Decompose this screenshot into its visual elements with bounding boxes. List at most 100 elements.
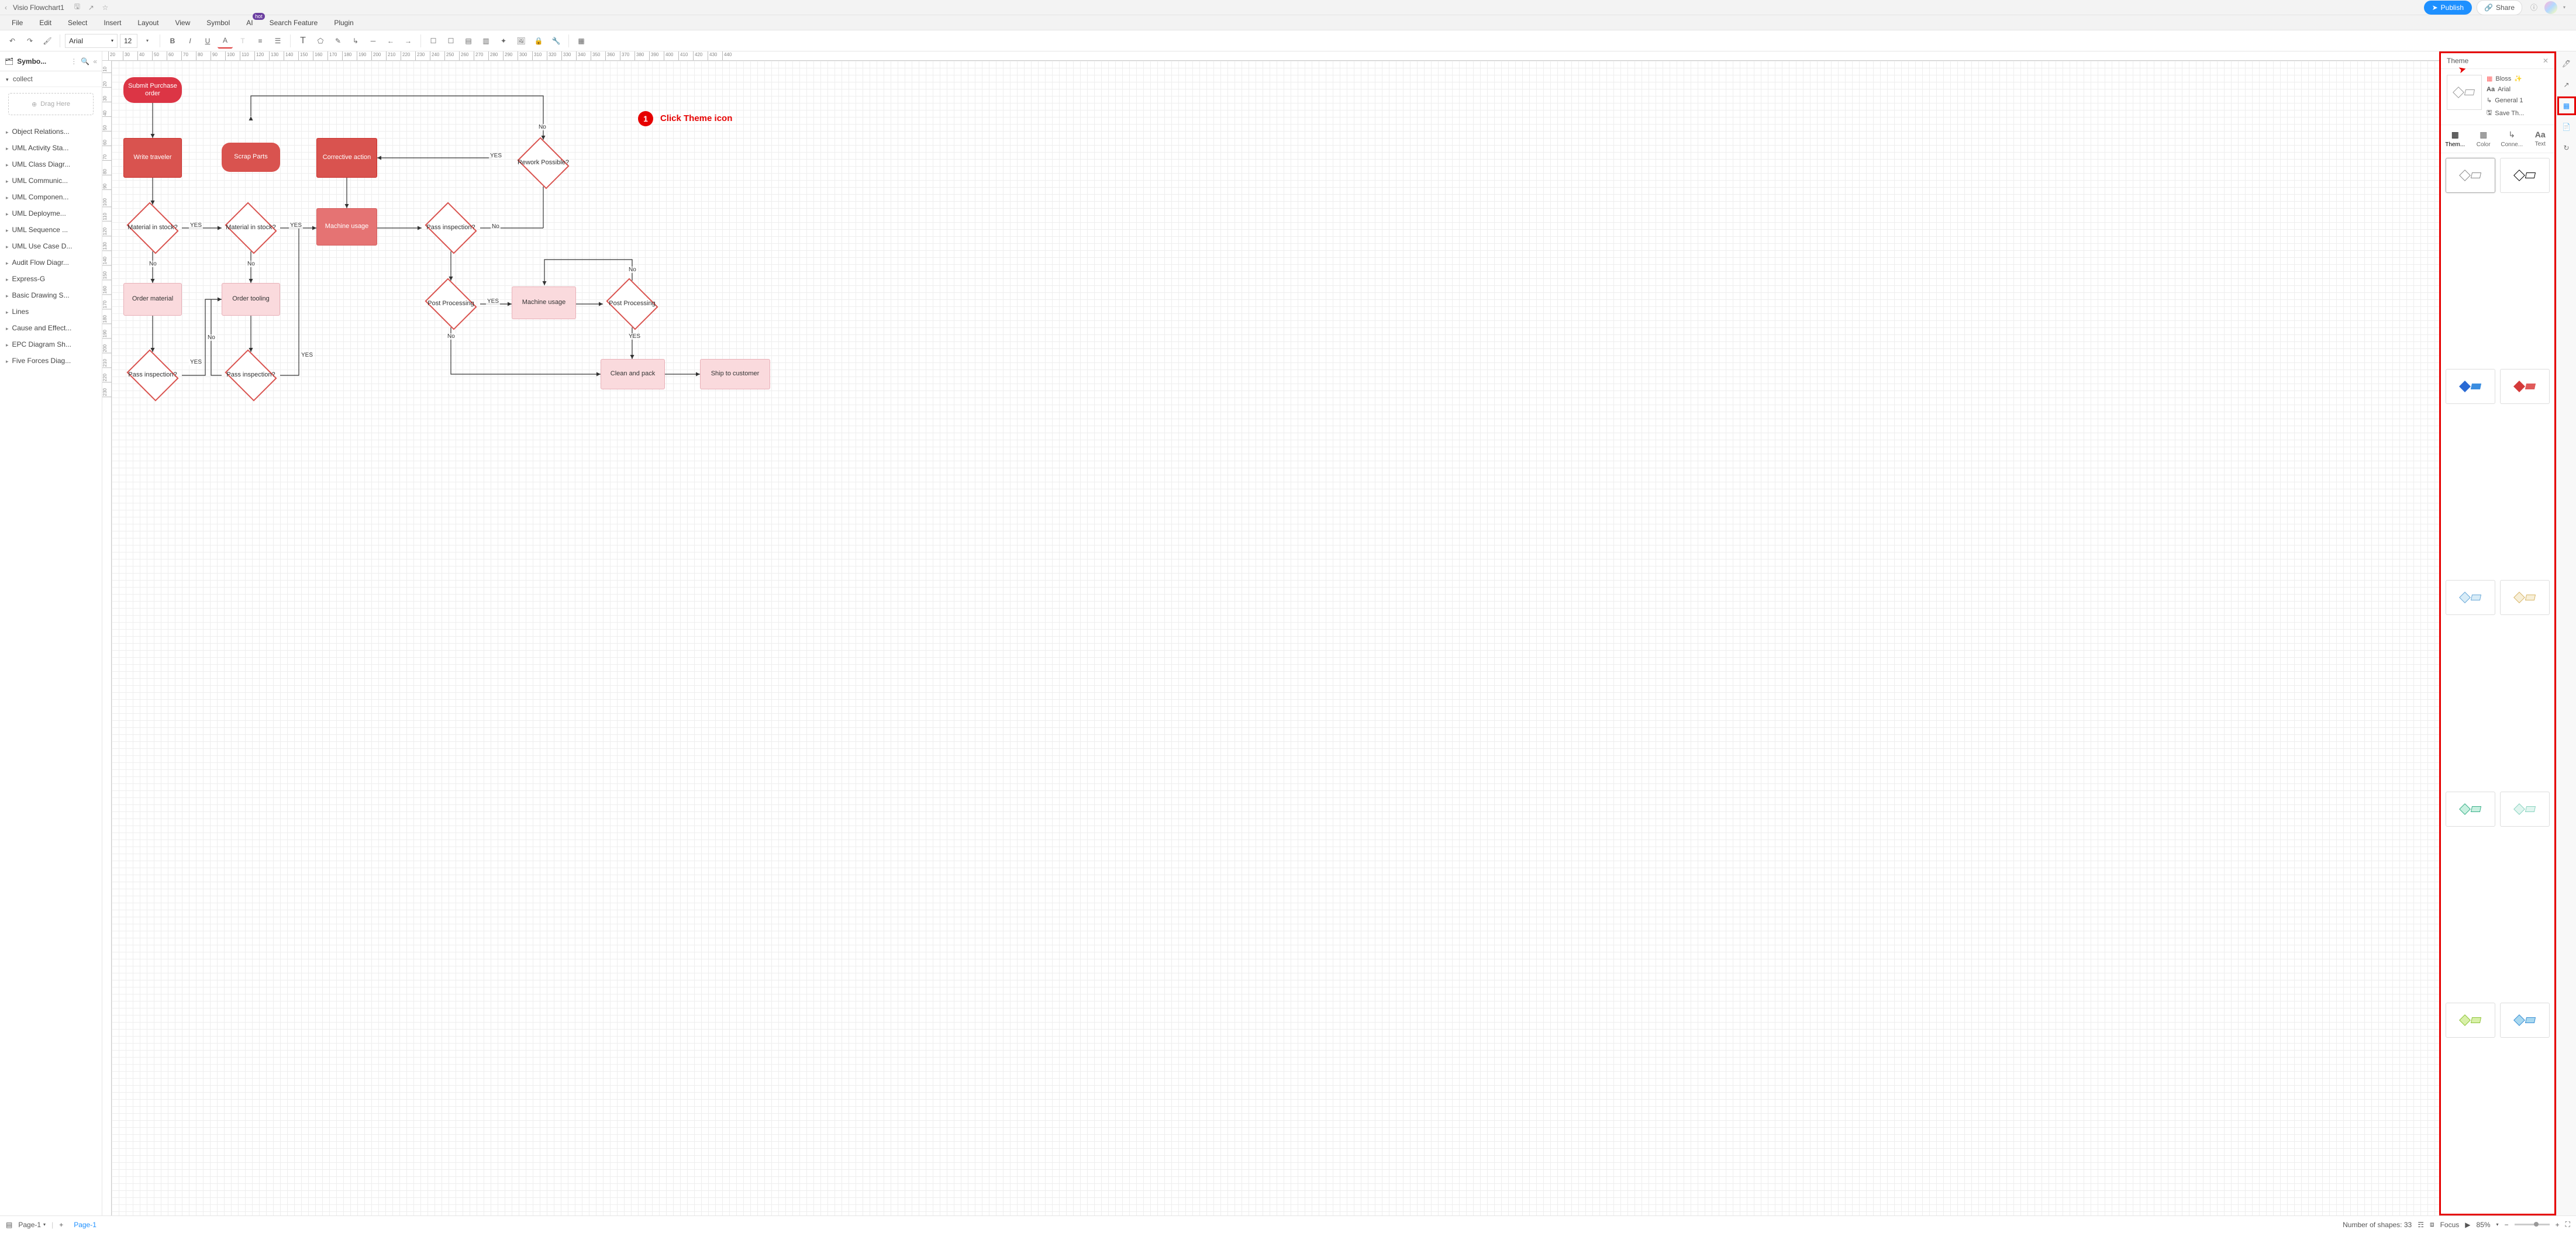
category-item[interactable]: Basic Drawing S... [0, 287, 102, 303]
undo-icon[interactable]: ↶ [5, 33, 20, 49]
tab-connector[interactable]: ↳Conne... [2498, 125, 2526, 153]
bold-icon[interactable]: B [165, 33, 180, 49]
shape-terminator[interactable]: Submit Purchase order [123, 77, 182, 103]
category-item[interactable]: Lines [0, 303, 102, 320]
ungroup-icon[interactable]: ☐ [443, 33, 458, 49]
shape-process[interactable]: Scrap Parts [222, 143, 280, 172]
external-icon[interactable]: ↗ [87, 3, 96, 12]
fill-icon[interactable]: ⬠ [313, 33, 328, 49]
shape-process[interactable]: Order tooling [222, 283, 280, 316]
category-item[interactable]: UML Use Case D... [0, 238, 102, 254]
arrow-end-icon[interactable]: → [401, 33, 416, 49]
theme-icon[interactable]: ▦ [2560, 99, 2573, 112]
focus-target-icon[interactable]: ⧈ [2430, 1220, 2434, 1229]
category-item[interactable]: Express-G [0, 271, 102, 287]
menu-plugin[interactable]: Plugin [334, 19, 353, 27]
close-icon[interactable]: ✕ [2543, 57, 2549, 65]
zoom-out-icon[interactable]: − [2505, 1221, 2509, 1229]
menu-edit[interactable]: Edit [39, 19, 51, 27]
shape-process[interactable]: Corrective action [316, 138, 377, 178]
collect-header[interactable]: ▾ collect [0, 71, 102, 87]
image-icon[interactable]: 🖼 [513, 33, 529, 49]
theme-swatch[interactable] [2446, 158, 2495, 193]
shape-process[interactable]: Order material [123, 283, 182, 316]
theme-swatch[interactable] [2500, 580, 2550, 615]
category-item[interactable]: Cause and Effect... [0, 320, 102, 336]
menu-ai[interactable]: AI hot [246, 19, 253, 27]
add-page-icon[interactable]: + [59, 1221, 63, 1229]
publish-button[interactable]: ➤ Publish [2424, 1, 2472, 15]
zoom-slider[interactable] [2515, 1224, 2550, 1225]
redo-icon[interactable]: ↷ [22, 33, 37, 49]
page-icon[interactable]: 📄 [2560, 120, 2573, 133]
shape-decision[interactable]: Material in stock? [123, 205, 182, 251]
theme-name-row[interactable]: ▦Bloss✨ [2487, 75, 2549, 82]
italic-icon[interactable]: I [182, 33, 198, 49]
shape-decision[interactable]: Rework Possible? [514, 140, 573, 186]
shape-decision[interactable]: Pass inspection? [422, 205, 480, 251]
shape-process[interactable]: Machine usage [512, 286, 576, 319]
category-item[interactable]: UML Sequence ... [0, 222, 102, 238]
zoom-dropdown-icon[interactable]: ▾ [2496, 1222, 2499, 1227]
category-item[interactable]: Audit Flow Diagr... [0, 254, 102, 271]
menu-search-feature[interactable]: Search Feature [270, 19, 318, 27]
star-icon[interactable]: ☆ [101, 3, 110, 12]
tab-text[interactable]: AaText [2526, 125, 2555, 153]
theme-swatch[interactable] [2446, 369, 2495, 404]
zoom-value[interactable]: 85% [2477, 1221, 2491, 1229]
category-item[interactable]: UML Class Diagr... [0, 156, 102, 172]
table-icon[interactable]: ▦ [574, 33, 589, 49]
category-item[interactable]: Five Forces Diag... [0, 353, 102, 369]
menu-view[interactable]: View [175, 19, 190, 27]
back-chevron-icon[interactable]: ‹ [5, 4, 7, 12]
export-icon[interactable]: ↗ [2560, 78, 2573, 91]
line-style-icon[interactable]: ─ [365, 33, 381, 49]
font-size-select[interactable]: 12 [120, 34, 137, 48]
shape-decision[interactable]: Post Processing [422, 281, 480, 327]
font-size-dropdown-icon[interactable]: ▾ [140, 33, 155, 49]
tab-color[interactable]: ▦Color [2470, 125, 2498, 153]
effects-icon[interactable]: ✦ [496, 33, 511, 49]
theme-swatch[interactable] [2446, 792, 2495, 827]
focus-label[interactable]: Focus [2440, 1221, 2460, 1229]
theme-swatch[interactable] [2446, 580, 2495, 615]
page-tab[interactable]: Page-1 [69, 1221, 101, 1229]
format-painter-icon[interactable]: 🖌 [40, 33, 55, 49]
category-item[interactable]: Object Relations... [0, 123, 102, 140]
shape-process[interactable]: Machine usage [316, 208, 377, 246]
history-icon[interactable]: ↻ [2560, 141, 2573, 154]
valign-icon[interactable]: ☰ [270, 33, 285, 49]
category-item[interactable]: UML Activity Sta... [0, 140, 102, 156]
font-select[interactable]: Arial▾ [65, 34, 118, 48]
shape-decision[interactable]: Pass inspection? [123, 352, 182, 399]
theme-swatch[interactable] [2446, 1003, 2495, 1038]
arrow-start-icon[interactable]: ← [383, 33, 398, 49]
paint-bucket-icon[interactable]: 🖊 [2560, 57, 2573, 70]
collapse-panel-icon[interactable]: « [93, 57, 97, 65]
presenter-icon[interactable]: ▶ [2465, 1221, 2470, 1229]
align-icon[interactable]: ≡ [253, 33, 268, 49]
tools-icon[interactable]: 🔧 [549, 33, 564, 49]
theme-swatch[interactable] [2500, 369, 2550, 404]
theme-swatch[interactable] [2500, 792, 2550, 827]
search-library-icon[interactable]: 🔍 [81, 57, 89, 65]
page-select[interactable]: Page-1 ▾ [18, 1221, 46, 1229]
lock-icon[interactable]: 🔒 [531, 33, 546, 49]
theme-font-row[interactable]: AaArial [2487, 86, 2549, 93]
filter-icon[interactable]: ⋮ [70, 57, 77, 65]
layers-icon[interactable]: ☶ [2418, 1221, 2424, 1229]
outline-icon[interactable]: ▤ [6, 1221, 12, 1229]
category-item[interactable]: UML Deployme... [0, 205, 102, 222]
menu-insert[interactable]: Insert [104, 19, 121, 27]
font-color-icon[interactable]: A [218, 33, 233, 49]
underline-icon[interactable]: U [200, 33, 215, 49]
category-item[interactable]: EPC Diagram Sh... [0, 336, 102, 353]
category-item[interactable]: UML Componen... [0, 189, 102, 205]
avatar-dropdown-icon[interactable]: ▾ [2560, 3, 2569, 12]
category-item[interactable]: UML Communic... [0, 172, 102, 189]
save-theme-row[interactable]: 🖫Save Th... [2487, 108, 2549, 119]
shape-process[interactable]: Write traveler [123, 138, 182, 178]
theme-swatch[interactable] [2500, 1003, 2550, 1038]
shape-decision[interactable]: Pass inspection? [222, 352, 280, 399]
drag-here-zone[interactable]: ⊕ Drag Here [8, 93, 94, 115]
